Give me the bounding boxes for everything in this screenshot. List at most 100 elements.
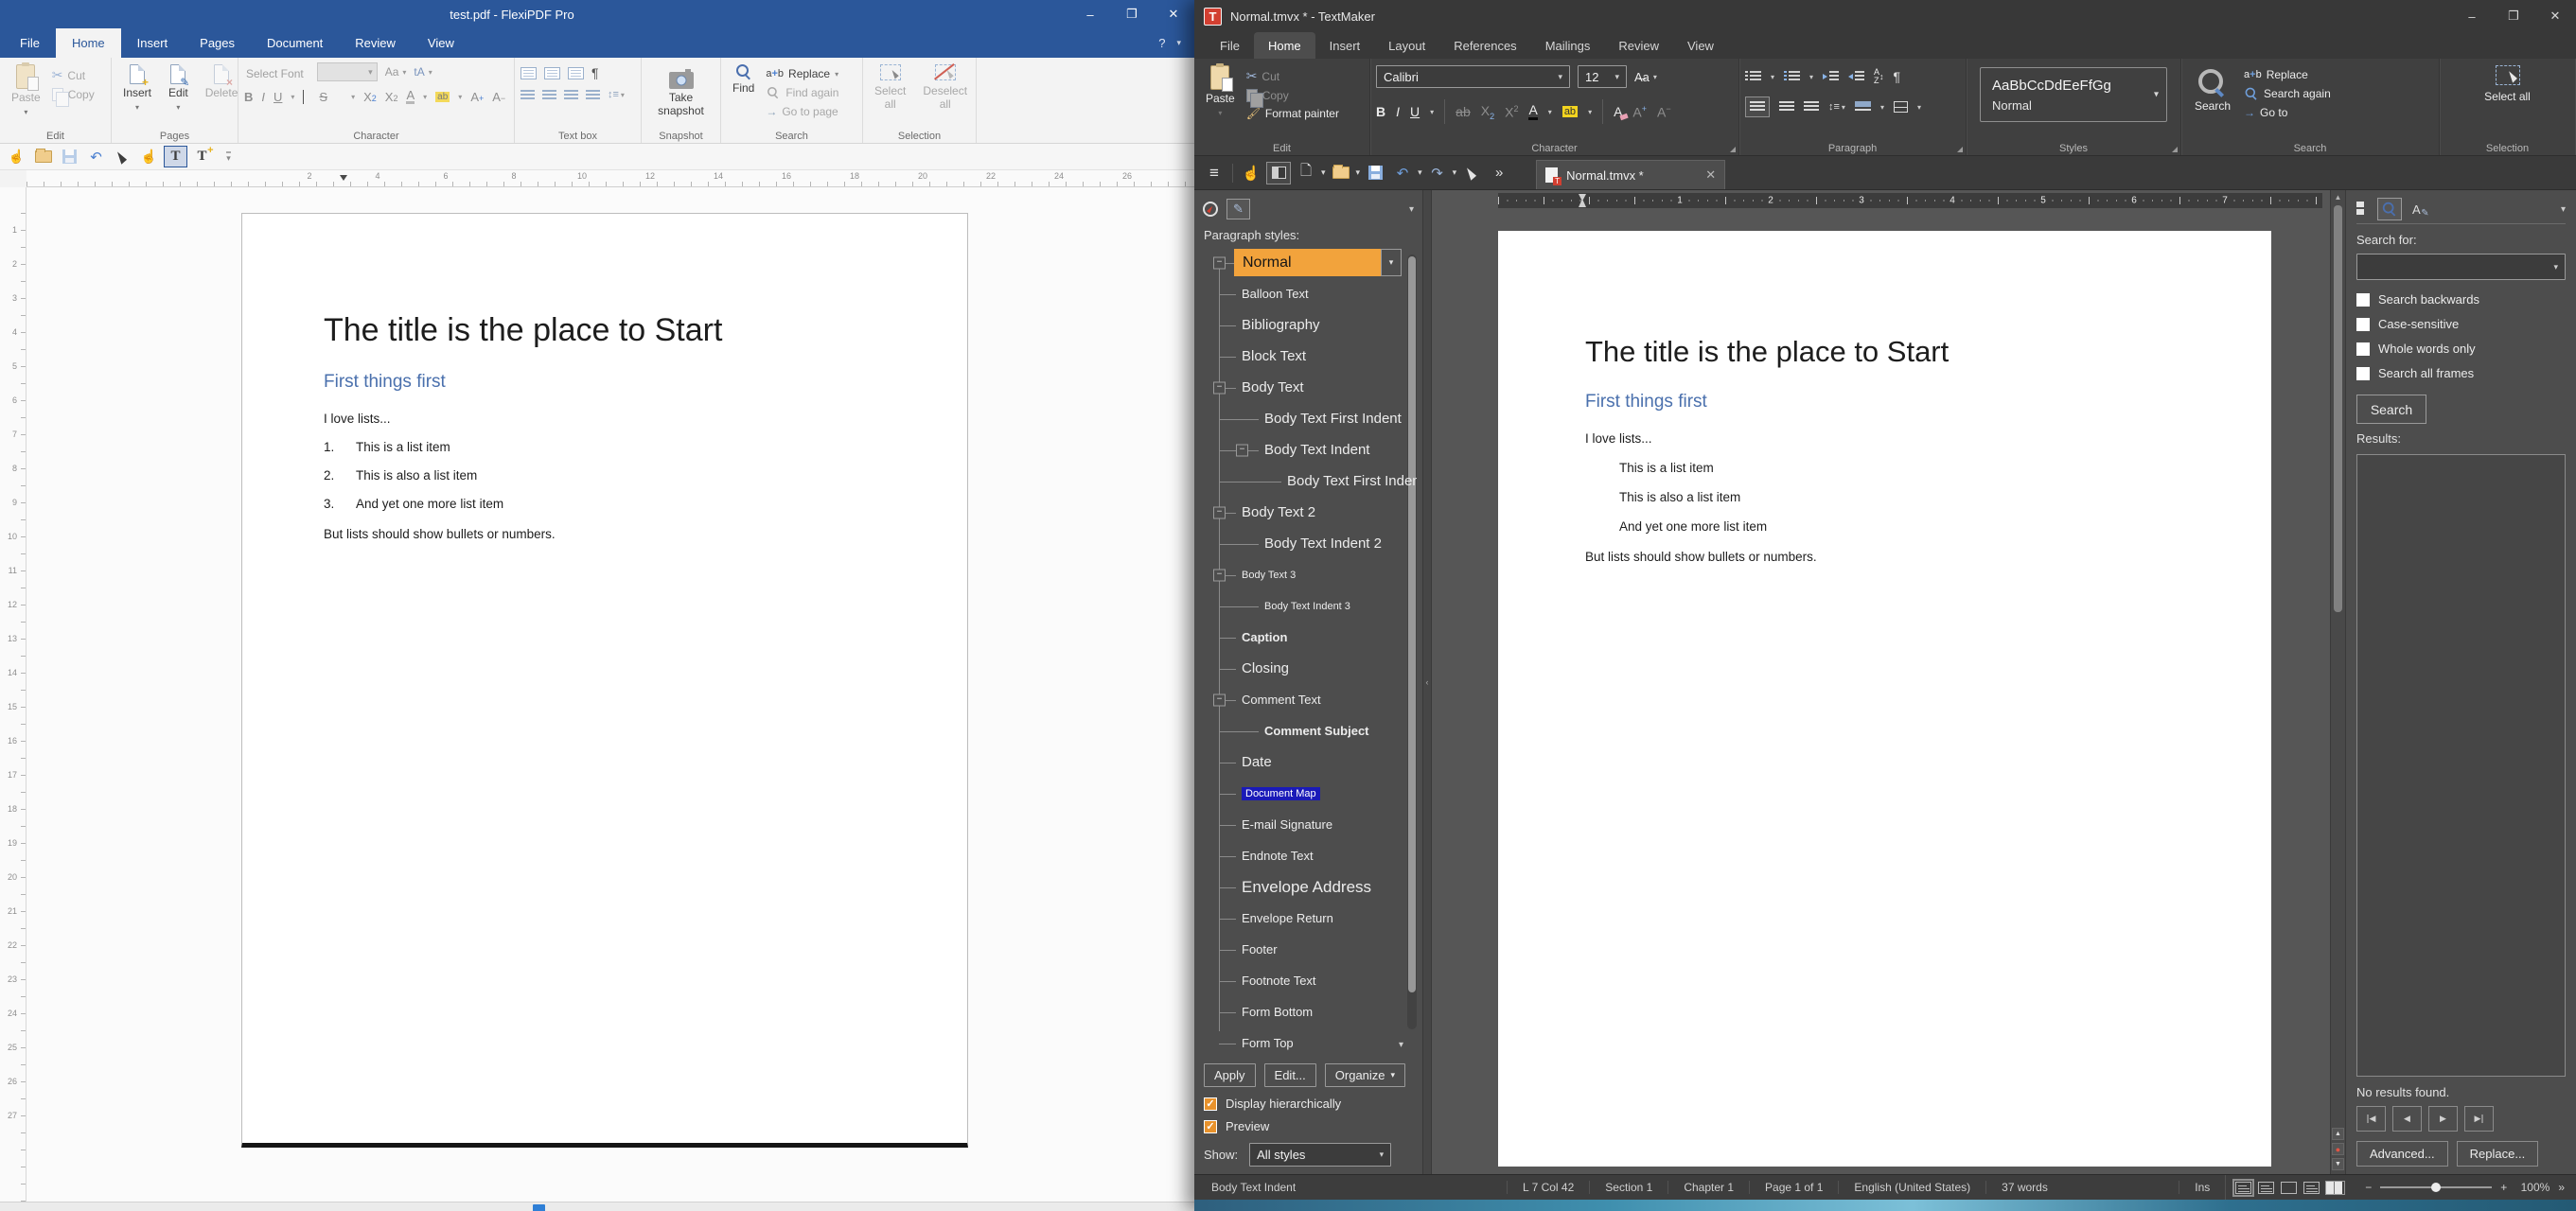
menu-item-review[interactable]: Review (339, 28, 412, 58)
tab-close-icon[interactable]: ✕ (1705, 167, 1716, 183)
maximize-button[interactable]: ❐ (1111, 0, 1153, 28)
insert-text-tool-icon[interactable]: T (190, 146, 214, 167)
search-again-button[interactable]: Search again (2244, 86, 2331, 101)
previous-result-button[interactable]: ◀ (2392, 1106, 2422, 1132)
style-item-endnote-text[interactable]: Endnote Text (1200, 840, 1417, 871)
italic-button[interactable]: I (261, 90, 265, 104)
delete-page-button[interactable]: × Delete (200, 62, 244, 127)
underline-button[interactable]: U (273, 90, 282, 104)
checkbox-search-backwards[interactable]: Search backwards (2356, 292, 2566, 307)
tree-expander-icon[interactable]: − (1213, 256, 1226, 269)
tree-expander-icon[interactable]: − (1213, 569, 1226, 581)
bullet-list-icon[interactable] (1745, 71, 1761, 82)
menu-item-view[interactable]: View (412, 28, 470, 58)
navigation-icon[interactable] (1203, 202, 1218, 217)
shrink-font-button[interactable]: A− (492, 90, 505, 104)
copy-button[interactable]: Copy (52, 88, 95, 101)
menu-item-pages[interactable]: Pages (184, 28, 251, 58)
draft-view-icon[interactable] (2258, 1182, 2274, 1194)
menu-item-layout[interactable]: Layout (1374, 32, 1439, 59)
style-dropdown-icon[interactable]: ▾ (1381, 249, 1402, 276)
status-cursor-position[interactable]: L 7 Col 42 (1507, 1181, 1589, 1194)
show-styles-select[interactable]: All styles▾ (1249, 1143, 1391, 1167)
ruler-marker[interactable] (340, 175, 347, 181)
pdf-document-area[interactable]: The title is the place to Start First th… (26, 187, 1194, 1202)
style-item-document-map[interactable]: Document Map (1200, 778, 1417, 809)
menu-item-view[interactable]: View (1673, 32, 1728, 59)
menu-item-references[interactable]: References (1439, 32, 1530, 59)
search-tab-icon[interactable] (2377, 198, 2402, 220)
menu-item-document[interactable]: Document (251, 28, 339, 58)
style-item-e-mail-signature[interactable]: E-mail Signature (1200, 809, 1417, 840)
sidebar-dropdown-icon[interactable]: ▾ (2561, 204, 2566, 215)
checkbox-whole-words-only[interactable]: Whole words only (2356, 342, 2566, 356)
help-button[interactable]: ? (1158, 36, 1165, 50)
paste-button[interactable]: Paste▾ (6, 62, 46, 127)
last-result-button[interactable]: ▶ (2464, 1106, 2494, 1132)
document-tab[interactable]: Normal.tmvx * ✕ (1536, 160, 1725, 189)
fullscreen-view-icon[interactable] (2281, 1182, 2297, 1194)
font-color-button[interactable]: A (406, 89, 415, 104)
horizontal-ruler[interactable]: 2468101214161820222426 (26, 170, 1194, 187)
text-tool-icon[interactable]: T (164, 146, 187, 167)
superscript-button[interactable]: X2 (1505, 104, 1518, 120)
checkbox-search-all-frames[interactable]: Search all frames (2356, 366, 2566, 380)
style-item-body-text-indent[interactable]: −Body Text Indent (1200, 434, 1417, 465)
align-justify-icon[interactable] (586, 90, 600, 100)
cut-button[interactable]: ✂Cut (1246, 68, 1339, 84)
replace-button[interactable]: a+bReplace▾ (766, 67, 838, 80)
bold-button[interactable]: B (1376, 104, 1385, 119)
horizontal-ruler-right[interactable]: 1234567 (1432, 190, 2330, 211)
style-item-block-text[interactable]: Block Text (1200, 341, 1417, 372)
edit-style-button[interactable]: Edit... (1264, 1063, 1316, 1087)
shrink-font-button[interactable]: A− (1657, 104, 1671, 120)
zoom-level[interactable]: 100% (2515, 1181, 2550, 1194)
panel-collapse-handle[interactable]: ‹ (1422, 190, 1432, 1174)
status-chapter[interactable]: Chapter 1 (1667, 1181, 1749, 1194)
organize-button[interactable]: Organize▾ (1325, 1063, 1405, 1087)
strikethrough-button[interactable]: ab (1456, 104, 1471, 119)
bold-button[interactable]: B (244, 90, 253, 104)
thumbnails-tab-icon[interactable] (2356, 202, 2367, 218)
status-insert-mode[interactable]: Ins (2179, 1181, 2225, 1194)
style-item-form-bottom[interactable]: Form Bottom (1200, 996, 1417, 1027)
pointer-tool-icon[interactable] (111, 146, 134, 167)
select-all-button[interactable]: Select all (869, 62, 911, 127)
textbox-fit-icon[interactable] (520, 67, 537, 79)
change-case-button[interactable]: Aa ▾ (385, 65, 407, 79)
font-color-button[interactable]: A (1528, 103, 1537, 120)
format-painter-button[interactable]: 🖌Format painter (1246, 107, 1339, 120)
text-document-area[interactable]: The title is the place to Start First th… (1432, 211, 2330, 1174)
redo-icon[interactable]: ↷ (1425, 162, 1450, 184)
deselect-all-button[interactable]: Deselect all (917, 62, 973, 127)
undo-icon[interactable]: ↶ (84, 146, 108, 167)
tree-expander-icon[interactable]: − (1213, 381, 1226, 394)
menu-item-mailings[interactable]: Mailings (1531, 32, 1605, 59)
change-case-button[interactable]: A̶a ▾ (1634, 70, 1657, 84)
italic-button[interactable]: I (1396, 104, 1400, 119)
zoom-slider[interactable] (2380, 1186, 2492, 1188)
find-button[interactable]: Find (727, 62, 760, 127)
goto-button[interactable]: →Go to (2244, 106, 2331, 119)
status-page[interactable]: Page 1 of 1 (1749, 1181, 1838, 1194)
underline-button[interactable]: U (1410, 104, 1420, 119)
highlight-button[interactable]: ab (1562, 106, 1578, 117)
open-file-icon[interactable] (31, 146, 55, 167)
open-file-icon[interactable] (1329, 162, 1353, 184)
style-item-body-text[interactable]: −Body Text (1200, 372, 1417, 403)
save-icon[interactable] (1363, 162, 1387, 184)
status-section[interactable]: Section 1 (1589, 1181, 1667, 1194)
style-item-form-top[interactable]: Form Top (1200, 1027, 1417, 1056)
align-center-icon[interactable] (542, 90, 556, 100)
sort-icon[interactable]: AZ↕ (1874, 68, 1884, 85)
proofing-tab-icon[interactable]: A (2412, 202, 2421, 217)
style-gallery-dropdown-icon[interactable]: ▾ (2154, 90, 2159, 100)
vertical-ruler[interactable]: 1234567891011121314151617181920212223242… (0, 187, 26, 1202)
close-button[interactable]: ✕ (1153, 0, 1194, 28)
toolbar-overflow-icon[interactable]: ▾ (217, 146, 240, 167)
tree-expander-icon[interactable]: − (1236, 444, 1248, 456)
style-item-body-text-first-indent[interactable]: Body Text First Indent (1200, 403, 1417, 434)
strikethrough-button[interactable]: S (303, 90, 343, 104)
pen-icon[interactable]: ✎ (1226, 199, 1250, 219)
style-item-normal[interactable]: −Normal▾ (1200, 247, 1417, 278)
